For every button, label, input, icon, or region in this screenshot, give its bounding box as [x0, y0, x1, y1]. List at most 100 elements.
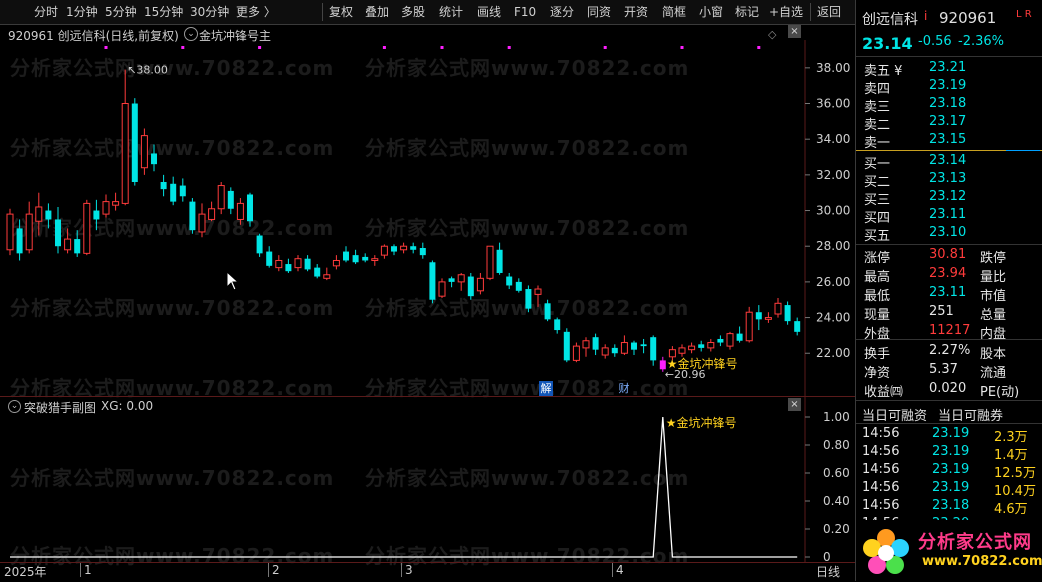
candle-body: [343, 251, 349, 261]
candle: [285, 258, 292, 273]
tab-15min[interactable]: 15分钟: [144, 2, 183, 22]
price-tick-label: 30.00: [816, 204, 850, 218]
candle-body: [515, 281, 522, 291]
candle-body: [726, 333, 734, 347]
candle: [438, 278, 446, 298]
candle-body: [247, 194, 253, 222]
logo-url: www.70822.com: [922, 554, 1042, 569]
candle: [601, 344, 609, 359]
candle: [275, 255, 283, 272]
lr-badge[interactable]: L R: [1016, 9, 1032, 20]
candle-body: [745, 311, 753, 342]
candle-body: [611, 347, 618, 354]
candle: [83, 199, 91, 256]
signal-dot: [680, 46, 684, 49]
x-axis-label: 4: [612, 563, 624, 577]
kaizi-button[interactable]: 开资: [624, 2, 648, 22]
candle-body: [419, 248, 426, 256]
candle-body: [784, 305, 791, 322]
candle-body: [25, 213, 33, 251]
candle: [198, 203, 206, 238]
tab-fenshi[interactable]: 分时: [34, 2, 58, 22]
divider: [322, 3, 323, 21]
price-tick-label: 34.00: [816, 132, 850, 146]
xg-tick-label: 0.60: [823, 466, 850, 480]
candle-body: [534, 288, 542, 295]
xg-tick-label: 1.00: [823, 410, 850, 424]
stat-label: 现量: [864, 308, 891, 323]
candle: [631, 340, 637, 356]
simple-frame-button[interactable]: 简框: [662, 2, 686, 22]
chevron-down-icon[interactable]: ⌄: [184, 27, 198, 41]
event-marker-jie[interactable]: 解: [539, 381, 553, 396]
candle: [707, 338, 715, 352]
candle: [726, 331, 734, 350]
tick-time: 14:56: [862, 444, 900, 459]
draw-line-button[interactable]: 画线: [477, 2, 501, 22]
candle-body: [362, 256, 369, 261]
candle-body: [620, 342, 628, 354]
price-tick-label: 24.00: [816, 311, 850, 325]
info-icon[interactable]: i: [924, 9, 927, 23]
logo: 分析家公式网 www.70822.com: [856, 520, 1042, 581]
overlay-button[interactable]: 叠加: [365, 2, 389, 22]
candle-body: [304, 258, 311, 270]
tick-volume: 10.4万: [994, 484, 1036, 499]
period-label[interactable]: 日线: [816, 563, 840, 580]
stat2-label-right: 流通: [980, 366, 1007, 381]
candle: [534, 285, 542, 307]
candle-body: [64, 238, 72, 251]
stat2-label-right: PE(动): [980, 385, 1020, 400]
mouse-cursor-icon: [226, 271, 238, 291]
candle: [294, 255, 302, 272]
fuquan-button[interactable]: 复权: [329, 2, 353, 22]
candle-body: [236, 202, 244, 220]
x-axis-label: 2: [268, 563, 280, 577]
add-watchlist-button[interactable]: +自选: [769, 2, 803, 22]
candle-body: [496, 249, 503, 273]
candle: [93, 199, 100, 231]
candle-body: [640, 344, 647, 347]
candlestick-chart[interactable]: 38.00 36.00 34.00 32.00 30.00 28.00 26.00 24.00…: [0, 40, 855, 396]
candle: [227, 187, 234, 215]
f10-button[interactable]: F10: [514, 2, 536, 22]
close-icon[interactable]: ×: [788, 25, 801, 38]
event-marker-cai[interactable]: 财: [617, 381, 631, 396]
candle-body: [476, 277, 484, 292]
stock-code: 920961: [939, 9, 997, 27]
stat2-label-right: 股本: [980, 347, 1007, 362]
candle: [794, 317, 801, 336]
tab-more[interactable]: 更多 〉: [236, 2, 276, 22]
candle-body: [486, 245, 494, 279]
candle-body: [131, 103, 138, 182]
xg-sub-chart[interactable]: 1.00 0.80 0.60 0.40 0.20 0 ★金坑冲锋号: [0, 397, 855, 562]
multi-stock-button[interactable]: 多股: [401, 2, 425, 22]
mark-button[interactable]: 标记: [735, 2, 759, 22]
candle-body: [140, 135, 148, 169]
candle: [544, 299, 551, 322]
candle: [55, 206, 61, 254]
candle-body: [217, 185, 225, 210]
price-tick-label: 26.00: [816, 275, 850, 289]
tick-time: 14:56: [862, 426, 900, 441]
candle: [410, 242, 417, 254]
candle-body: [256, 235, 263, 254]
candle-body: [448, 278, 455, 282]
stat-label: 最高: [864, 270, 891, 285]
candle: [314, 264, 321, 279]
candle: [400, 242, 408, 254]
tongzi-button[interactable]: 同资: [587, 2, 611, 22]
tab-5min[interactable]: 5分钟: [105, 2, 137, 22]
tab-1min[interactable]: 1分钟: [66, 2, 98, 22]
back-button[interactable]: 返回: [817, 2, 841, 22]
stats-button[interactable]: 统计: [439, 2, 463, 22]
stat-value: 11217: [929, 323, 971, 338]
small-window-button[interactable]: 小窗: [699, 2, 723, 22]
tick-volume: 2.3万: [994, 430, 1028, 445]
zhufen-button[interactable]: 逐分: [550, 2, 574, 22]
tab-30min[interactable]: 30分钟: [190, 2, 229, 22]
candle-body: [572, 345, 580, 361]
candle: [121, 69, 129, 206]
candle-body: [151, 153, 157, 165]
x-axis-label: 3: [401, 563, 413, 577]
